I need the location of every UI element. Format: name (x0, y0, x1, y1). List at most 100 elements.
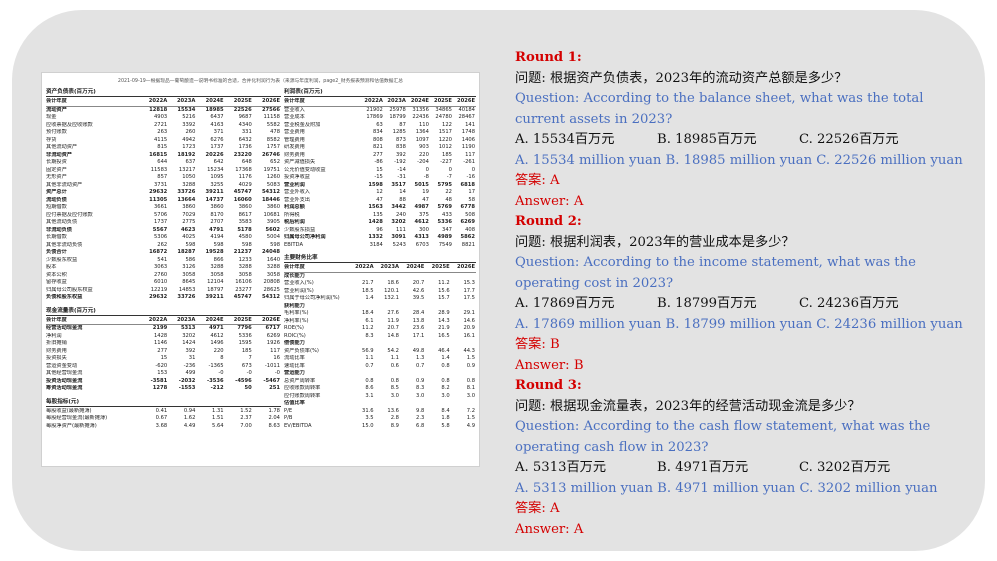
row-label: 营业外支出 (284, 196, 310, 203)
value-cell: 40184 (458, 106, 475, 113)
value-cell: 21.7 (362, 280, 374, 286)
balance-table-block: 资产负债表(百万元) 会计年度 2022A 2023A 2024E 2025E 2026E 流… (46, 87, 281, 302)
value-cell: 1.3 (416, 355, 425, 361)
value-cell: 8645 (182, 279, 196, 285)
value-cell: 117 (465, 151, 475, 158)
value-cell: 1.52 (240, 407, 252, 414)
row-label: 现金 (46, 114, 57, 120)
value-cell: 4115 (154, 136, 168, 143)
round-heading: Round 3: (515, 378, 582, 393)
question-zh: 问题: 根据现金流量表，2023年的经营活动现金流是多少？ (515, 398, 861, 414)
value-cell: 5306 (154, 234, 168, 240)
value-cell: 27566 (261, 106, 280, 113)
value-cell: 4.49 (183, 422, 196, 429)
table-row: 经营活动现金流 2199 5313 4971 7796 6717 (46, 325, 281, 333)
header-cell: 2023A (383, 98, 407, 107)
table-row: 营运能力 (284, 370, 476, 378)
value-cell: -620 (155, 362, 168, 369)
row-label: 营业成本 (284, 114, 305, 120)
table-row: 应收账款周转率 8.6 8.5 8.3 8.2 8.1 (284, 385, 476, 393)
header-cell: 2026E (252, 98, 281, 107)
table-header-row: 会计年度 2022A 2023A 2024E 2025E 2026E (284, 264, 476, 273)
value-cell: 117 (270, 347, 280, 354)
value-cell: 838 (395, 144, 406, 150)
value-cell: 8.3 (365, 332, 374, 339)
value-cell: 5862 (460, 234, 475, 240)
table-row: ROIC(%) 8.3 14.8 17.1 16.5 16.1 (284, 333, 476, 341)
ratios-table-title: 主要财务比率 (284, 253, 476, 263)
value-cell: 0.8 (441, 362, 450, 369)
value-cell: 4987 (414, 204, 429, 210)
table-row: 利润总额 1563 3442 4987 5769 6778 (284, 204, 476, 212)
row-label: 资产总计 (46, 189, 67, 195)
header-cell: 2025E (429, 98, 453, 107)
value-cell: 25978 (389, 106, 406, 113)
table-row: 非流动负债 5567 4623 4791 5178 5602 (46, 227, 281, 235)
row-label: P/B (284, 415, 293, 421)
value-cell: 3860 (210, 204, 224, 210)
value-cell: 598 (241, 241, 252, 248)
pershare-table: 每股收益(最新摊薄) 0.41 0.94 1.31 1.52 1.78 每股经营现金流(最新… (46, 408, 281, 431)
value-cell: 14.8 (387, 332, 399, 339)
value-cell: 0.8 (365, 377, 374, 384)
table-row: 速动比率 0.7 0.6 0.7 0.8 0.9 (284, 363, 476, 371)
value-cell: 5769 (437, 204, 452, 210)
question-zh: 问题: 根据资产负债表，2023年的流动资产总额是多少？ (515, 70, 848, 86)
value-cell: 4025 (182, 234, 196, 240)
value-cell (349, 400, 374, 408)
value-cell: 3.1 (365, 392, 374, 399)
value-cell: 598 (213, 241, 224, 248)
value-cell: 478 (270, 129, 280, 135)
value-cell: 28467 (458, 114, 475, 120)
row-label: 归属母公司股东权益 (46, 286, 93, 293)
row-label: 营业税金及附加 (284, 121, 321, 128)
row-label: 流动比率 (284, 355, 305, 361)
answer-en: Answer: A (515, 521, 584, 537)
table-row: 营业外收入 12 14 19 22 17 (284, 189, 476, 197)
value-cell: 1595 (238, 340, 252, 346)
value-cell: 8821 (461, 241, 475, 248)
value-cell: 263 (157, 129, 168, 135)
row-label: 营运资金变动 (46, 362, 78, 369)
row-label: 经营活动现金流 (46, 325, 83, 331)
value-cell: 7029 (182, 211, 196, 218)
value-cell: 15 (160, 355, 168, 361)
value-cell (425, 370, 450, 378)
value-cell: 1097 (415, 136, 429, 143)
value-cell: 3.5 (365, 415, 374, 421)
value-cell: 873 (395, 136, 406, 143)
options-en: A. 15534 million yuan B. 18985 million y… (515, 152, 963, 168)
row-label: 留存收益 (46, 279, 67, 285)
value-cell: 12219 (150, 286, 168, 293)
value-cell: 2.04 (268, 415, 280, 421)
value-cell: -5467 (263, 377, 280, 384)
header-cell: 2026E (450, 264, 476, 273)
row-label: 营运能力 (284, 370, 305, 376)
value-cell: -1553 (178, 385, 196, 391)
value-cell: 1.31 (212, 407, 224, 414)
value-cell: 12104 (207, 279, 224, 285)
value-cell: 0.6 (390, 362, 399, 369)
table-row: 获利能力 (284, 303, 476, 311)
value-cell: 648 (241, 159, 252, 165)
value-cell: 1146 (154, 340, 168, 346)
value-cell: 3058 (238, 271, 252, 278)
pershare-table-block: 每股指标(元) 每股收益(最新摊薄) 0.41 0.94 1.31 1.52 1.78 每股经… (46, 397, 281, 431)
value-cell (349, 303, 374, 311)
value-cell: 277 (372, 151, 383, 158)
row-label: 流动资产 (46, 106, 67, 113)
value-cell (425, 272, 450, 280)
row-label: 无形资产 (46, 174, 67, 180)
income-table-title: 利润表(百万元) (284, 87, 476, 97)
table-row: EV/EBITDA 15.0 8.9 6.8 5.8 4.9 (284, 423, 476, 431)
pershare-table-title: 每股指标(元) (46, 397, 281, 407)
table-row: 固定资产 11583 13217 15234 17368 19751 (46, 167, 281, 175)
table-row: 现金 4903 5216 6437 9687 11158 (46, 114, 281, 122)
value-cell: 22436 (412, 114, 429, 120)
value-cell: 11158 (263, 114, 280, 120)
answer-en: Answer: B (515, 357, 584, 373)
value-cell: 300 (419, 226, 429, 233)
value-cell: 96 (376, 226, 383, 233)
value-cell: 31 (188, 355, 196, 361)
value-cell: 408 (465, 226, 475, 233)
